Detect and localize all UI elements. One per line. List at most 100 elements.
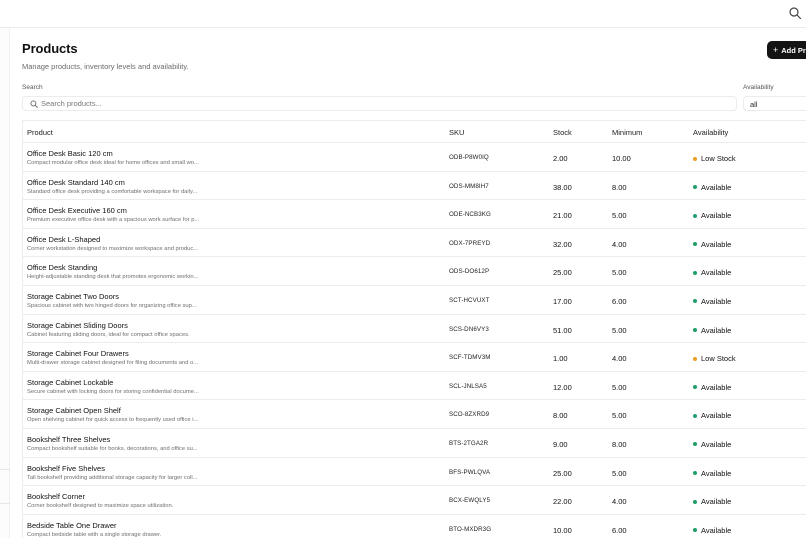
- status-dot-icon: [693, 242, 697, 247]
- table-row[interactable]: Bookshelf Five Shelves Tall bookshelf pro…: [23, 458, 806, 487]
- availability-status: Available: [693, 240, 731, 249]
- status-dot-icon: [693, 213, 697, 218]
- availability-status: Available: [693, 211, 731, 220]
- availability-select[interactable]: all: [743, 96, 806, 111]
- product-name[interactable]: Office Desk Basic 120 cm: [27, 149, 113, 158]
- page-subtitle: Manage products, inventory levels and av…: [22, 62, 189, 71]
- product-stock: 51.00: [553, 325, 572, 335]
- availability-label: Availability: [743, 84, 774, 91]
- availability-text: Available: [701, 439, 732, 449]
- column-header-sku[interactable]: SKU: [449, 128, 464, 137]
- product-stock: 32.00: [553, 239, 572, 249]
- table-row[interactable]: Bookshelf Three Shelves Compact bookshelf…: [23, 429, 806, 458]
- availability-status: Available: [693, 383, 731, 392]
- page-title: Products: [22, 41, 78, 56]
- availability-text: Low Stock: [701, 354, 736, 364]
- table-row[interactable]: Office Desk Basic 120 cm Compact modular …: [23, 143, 806, 172]
- product-description: Compact bedside table with a single stor…: [27, 531, 162, 538]
- availability-text: Available: [701, 325, 732, 335]
- product-description: Multi-drawer storage cabinet designed fo…: [27, 360, 199, 367]
- product-sku: SCT-HCVUXT: [449, 296, 490, 304]
- table-row[interactable]: Storage Cabinet Open Shelf Open shelving …: [23, 400, 806, 429]
- product-minimum: 6.00: [612, 525, 627, 535]
- product-description: Spacious cabinet with two hinged doors f…: [27, 302, 197, 309]
- availability-status: Available: [693, 440, 731, 449]
- table-row[interactable]: Storage Cabinet Four Drawers Multi-drawer…: [23, 343, 806, 372]
- product-minimum: 5.00: [612, 268, 627, 278]
- search-label: Search: [22, 84, 43, 91]
- product-description: Compact modular office desk ideal for ho…: [27, 160, 199, 166]
- product-sku: BCX-EWQLY5: [449, 497, 491, 505]
- availability-status: Available: [693, 497, 731, 506]
- product-minimum: 4.00: [612, 497, 627, 507]
- status-dot-icon: [693, 156, 697, 161]
- status-dot-icon: [693, 442, 697, 447]
- status-dot-icon: [693, 499, 697, 504]
- product-sku: ODX-7PREYD: [449, 239, 491, 247]
- product-sku: SCF-TDMV3M: [449, 354, 491, 362]
- status-dot-icon: [693, 328, 697, 333]
- status-dot-icon: [693, 356, 697, 361]
- product-sku: SCO-8ZXRD9: [449, 411, 490, 419]
- product-sku: ODE-NCB3KG: [449, 211, 491, 219]
- availability-text: Available: [701, 468, 732, 478]
- product-name[interactable]: Office Desk Standard 140 cm: [27, 178, 125, 187]
- column-header-stock[interactable]: Stock: [553, 128, 572, 137]
- product-name[interactable]: Storage Cabinet Two Doors: [27, 292, 119, 301]
- product-name[interactable]: Office Desk L-Shaped: [27, 235, 100, 244]
- search-icon: [30, 100, 38, 108]
- product-name[interactable]: Storage Cabinet Four Drawers: [27, 349, 129, 358]
- product-name[interactable]: Office Desk Standing: [27, 263, 97, 272]
- product-stock: 8.00: [553, 411, 568, 421]
- product-name[interactable]: Storage Cabinet Sliding Doors: [27, 321, 128, 330]
- search-input[interactable]: [41, 98, 721, 109]
- product-name[interactable]: Office Desk Executive 160 cm: [27, 206, 127, 215]
- product-name[interactable]: Bedside Table One Drawer: [27, 521, 117, 530]
- product-stock: 1.00: [553, 354, 568, 364]
- table-row[interactable]: Storage Cabinet Lockable Secure cabinet w…: [23, 372, 806, 401]
- product-stock: 21.00: [553, 211, 572, 221]
- availability-text: Available: [701, 239, 732, 249]
- search-field[interactable]: [22, 96, 737, 111]
- availability-status: Available: [693, 297, 731, 306]
- product-stock: 2.00: [553, 154, 568, 163]
- status-dot-icon: [693, 471, 697, 476]
- product-description: Height-adjustable standing desk that pro…: [27, 274, 199, 281]
- availability-status: Available: [693, 469, 731, 478]
- product-minimum: 5.00: [612, 468, 627, 478]
- product-stock: 25.00: [553, 468, 572, 478]
- table-row[interactable]: Office Desk L-Shaped Corner workstation d…: [23, 229, 806, 258]
- availability-status: Available: [693, 326, 731, 335]
- product-name[interactable]: Storage Cabinet Open Shelf: [27, 406, 121, 415]
- product-name[interactable]: Bookshelf Three Shelves: [27, 435, 110, 444]
- add-product-button[interactable]: + Add Pr: [767, 41, 806, 59]
- column-header-product[interactable]: Product: [27, 128, 53, 137]
- product-name[interactable]: Bookshelf Corner: [27, 492, 85, 501]
- product-stock: 17.00: [553, 296, 572, 306]
- table-row[interactable]: Office Desk Standing Height-adjustable st…: [23, 257, 806, 286]
- product-sku: SCL-JNLSA5: [449, 382, 487, 390]
- table-row[interactable]: Storage Cabinet Sliding Doors Cabinet fea…: [23, 315, 806, 344]
- availability-status: Available: [693, 411, 731, 420]
- column-header-availability[interactable]: Availability: [693, 128, 728, 137]
- status-dot-icon: [693, 185, 697, 190]
- product-name[interactable]: Bookshelf Five Shelves: [27, 464, 105, 473]
- status-dot-icon: [693, 270, 697, 275]
- availability-text: Available: [701, 525, 732, 535]
- availability-text: Available: [701, 268, 732, 278]
- product-name[interactable]: Storage Cabinet Lockable: [27, 378, 113, 387]
- status-dot-icon: [693, 528, 697, 533]
- availability-text: Available: [701, 182, 732, 192]
- table-row[interactable]: Storage Cabinet Two Doors Spacious cabine…: [23, 286, 806, 315]
- table-row[interactable]: Office Desk Standard 140 cm Standard offi…: [23, 172, 806, 201]
- product-minimum: 5.00: [612, 411, 627, 421]
- top-bar: [0, 0, 806, 28]
- column-header-minimum[interactable]: Minimum: [612, 128, 642, 137]
- product-stock: 10.00: [553, 525, 572, 535]
- search-icon[interactable]: [788, 6, 802, 20]
- status-dot-icon: [693, 385, 697, 390]
- table-row[interactable]: Bookshelf Corner Corner bookshelf designe…: [23, 486, 806, 515]
- availability-text: Available: [701, 382, 732, 392]
- table-row[interactable]: Office Desk Executive 160 cm Premium exec…: [23, 200, 806, 229]
- table-row[interactable]: Bedside Table One Drawer Compact bedside …: [23, 515, 806, 538]
